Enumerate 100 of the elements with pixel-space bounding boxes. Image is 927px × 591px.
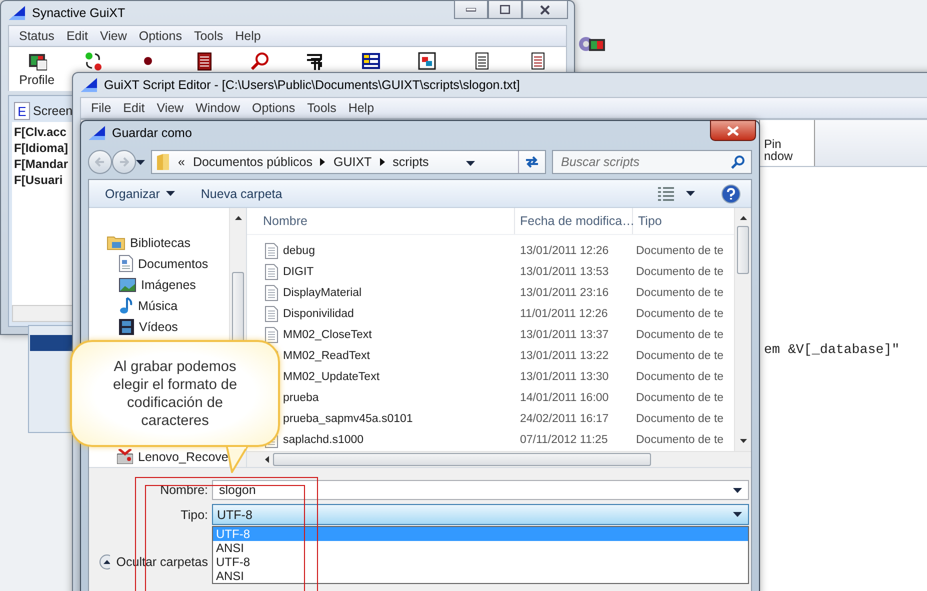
- refresh-arrows-icon: [524, 155, 540, 169]
- file-name-cell[interactable]: Disponivilidad: [247, 306, 515, 322]
- menu-item[interactable]: View: [94, 29, 133, 43]
- menu-item[interactable]: Options: [132, 29, 188, 43]
- forward-button[interactable]: [112, 150, 136, 174]
- menu-item[interactable]: File: [85, 101, 118, 115]
- menu-item[interactable]: Edit: [60, 29, 94, 43]
- menu-item[interactable]: Status: [13, 29, 60, 43]
- breadcrumb-item[interactable]: Documentos públicos: [192, 155, 312, 169]
- type-cell-text: Documento de te: [635, 370, 725, 382]
- menu-item[interactable]: Tools: [301, 101, 342, 115]
- back-button[interactable]: [88, 150, 112, 174]
- breadcrumb-item[interactable]: scripts: [392, 155, 429, 169]
- file-name-cell[interactable]: MM02_CloseText: [247, 326, 515, 342]
- scrollbar[interactable]: [734, 208, 751, 451]
- list-icon[interactable]: [361, 51, 382, 71]
- dropdown-option[interactable]: ANSI: [213, 541, 748, 555]
- callout-text: Al grabar podemos elegir el formato de codificación de caracteres: [112, 358, 238, 430]
- date-cell-text: 14/01/2011 16:00: [519, 392, 610, 404]
- navigation-item[interactable]: Documentos: [107, 253, 229, 274]
- command-button[interactable]: Organizar: [105, 186, 175, 200]
- document-icon: [119, 255, 133, 272]
- chevron-icon: [320, 158, 326, 166]
- history-caret-icon: [136, 160, 145, 164]
- file-name-cell[interactable]: debug: [247, 242, 515, 258]
- search-icon: [731, 155, 745, 169]
- column-header[interactable]: Tipo: [633, 208, 734, 234]
- date-cell-text: 13/01/2011 13:53: [519, 266, 610, 278]
- film-icon: [119, 318, 134, 334]
- drive-icon: [117, 449, 133, 464]
- scroll-up-icon: [740, 216, 746, 220]
- menu-item[interactable]: Window: [190, 101, 246, 115]
- address-bar[interactable]: « Documentos públicos GUIXT scripts: [151, 150, 546, 174]
- right-arrow-icon: [119, 157, 129, 167]
- caret-icon: [166, 191, 175, 196]
- date-cell-text: 13/01/2011 12:26: [519, 244, 610, 256]
- date-cell-text: 13/01/2011 13:37: [519, 328, 610, 340]
- pin-window-button[interactable]: Pin ndow: [759, 120, 815, 166]
- collapse-icon: [99, 554, 110, 570]
- navigation-item[interactable]: Vídeos: [107, 316, 229, 337]
- type-cell-text: Documento de te: [635, 350, 725, 362]
- window-title: Guardar como: [112, 126, 192, 140]
- field-label: Nombre:: [159, 483, 208, 497]
- minimize-icon: [466, 8, 476, 12]
- file-type-select[interactable]: UTF-8: [212, 504, 749, 525]
- close-icon: [540, 4, 550, 14]
- type-cell-text: Documento de te: [635, 434, 725, 446]
- file-name-cell[interactable]: DisplayMaterial: [247, 284, 515, 300]
- view-list-icon[interactable]: [658, 186, 674, 200]
- menu-item[interactable]: Options: [246, 101, 302, 115]
- menu-item[interactable]: Help: [229, 29, 267, 43]
- minimize-button[interactable]: [454, 0, 488, 19]
- menu-item[interactable]: Tools: [188, 29, 230, 43]
- type-cell-text: Documento de te: [635, 392, 725, 404]
- profile-button[interactable]: Profile: [9, 47, 65, 91]
- breadcrumb-overflow[interactable]: «: [178, 155, 185, 169]
- field-label: Tipo:: [180, 508, 208, 522]
- scrollbar[interactable]: [247, 451, 751, 467]
- dropdown-option[interactable]: ANSI: [213, 569, 748, 583]
- music-note-icon: [119, 297, 133, 314]
- scrollbar-thumb[interactable]: [737, 226, 749, 274]
- menu-item[interactable]: View: [150, 101, 190, 115]
- breadcrumb-item[interactable]: GUIXT: [333, 155, 372, 169]
- dropdown-option[interactable]: UTF-8: [213, 555, 748, 569]
- screen-field-line: F[Usuari: [14, 172, 63, 188]
- code-line: em &V[_database]": [764, 342, 901, 357]
- close-button[interactable]: [522, 0, 568, 19]
- maximize-icon: [500, 5, 510, 14]
- help-icon[interactable]: [721, 184, 741, 204]
- maximize-button[interactable]: [488, 0, 522, 19]
- document-icon: [265, 264, 278, 280]
- cycle-icon[interactable]: [82, 51, 103, 71]
- menu-item[interactable]: Help: [342, 101, 380, 115]
- file-name-cell[interactable]: DIGIT: [247, 264, 515, 280]
- navigation-item[interactable]: Imágenes: [107, 274, 229, 295]
- editor-icon: E: [14, 102, 30, 120]
- navigation-item[interactable]: Música: [107, 295, 229, 316]
- menu-item[interactable]: Edit: [117, 101, 151, 115]
- document-icon: [265, 242, 278, 258]
- file-name-field[interactable]: slogon: [212, 480, 749, 500]
- date-cell-text: 13/01/2011 23:16: [519, 286, 610, 298]
- scroll-up-icon: [234, 216, 242, 220]
- search-icon[interactable]: [250, 51, 270, 71]
- view-caret-icon: [686, 191, 695, 196]
- search-field[interactable]: Buscar scripts: [552, 150, 752, 174]
- scrollbar-thumb[interactable]: [273, 453, 651, 466]
- navigation-item[interactable]: Lenovo_Recove: [107, 446, 229, 467]
- navigation-item[interactable]: Bibliotecas: [107, 232, 229, 253]
- monitor-icon: [26, 51, 47, 71]
- column-header[interactable]: Fecha de modifica…: [515, 208, 633, 234]
- column-header[interactable]: Nombre: [247, 208, 515, 234]
- close-button[interactable]: [710, 120, 756, 141]
- panel-title: Screen: [33, 104, 73, 118]
- command-button[interactable]: Nueva carpeta: [200, 186, 282, 200]
- picture-icon[interactable]: [416, 51, 437, 71]
- type-cell-text: Documento de te: [635, 412, 725, 424]
- type-cell-text: Documento de te: [635, 308, 725, 320]
- chevron-icon: [380, 158, 385, 166]
- screen-field-line: F[Mandar: [14, 156, 68, 172]
- document-icon: [265, 284, 278, 300]
